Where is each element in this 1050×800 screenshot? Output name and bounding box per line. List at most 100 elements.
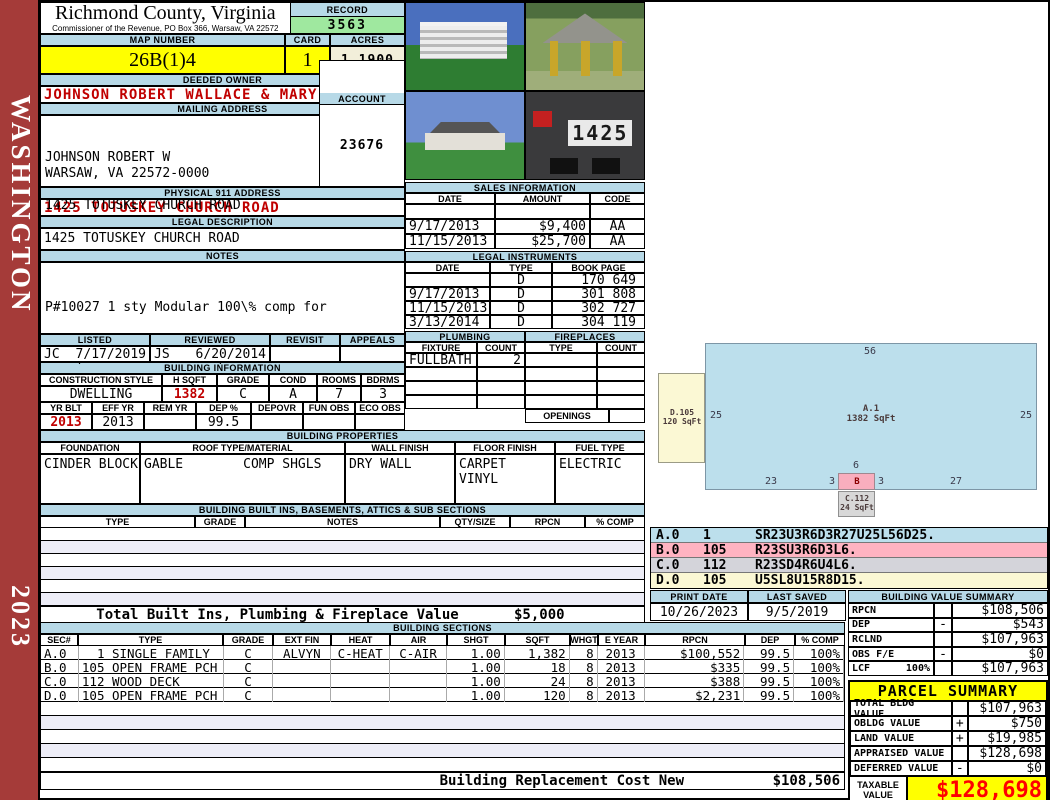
print-date-label: PRINT DATE — [650, 590, 748, 603]
wall-finish-label: WALL FINISH — [345, 442, 455, 454]
built-ins-empty-row — [40, 554, 645, 567]
notes-line-1: P#10027 1 sty Modular 100\% comp for — [45, 300, 327, 315]
reviewed-date: 6/20/2014 — [195, 346, 266, 362]
mailing-line-3: WARSAW, VA 22572-0000 — [45, 166, 210, 181]
built-ins-label: BUILDING BUILT INS, BASEMENTS, ATTICS & … — [40, 504, 645, 516]
middle-column: SALES INFORMATION DATE AMOUNT CODE 9/17/… — [405, 182, 645, 423]
building-properties: BUILDING PROPERTIES FOUNDATION ROOF TYPE… — [40, 430, 645, 504]
sales-code-label: CODE — [590, 193, 645, 204]
value-summary-row: RPCN $108,506 — [848, 603, 1048, 618]
construction-style-label: CONSTRUCTION STYLE — [40, 374, 162, 386]
map-header-row: MAP NUMBER CARD ACRES — [40, 34, 405, 46]
commissioner-line: Commissioner of the Revenue, PO Box 366,… — [52, 24, 279, 33]
record-label: RECORD — [290, 3, 404, 17]
section-empty-row — [40, 716, 845, 730]
cond-label: COND — [269, 374, 317, 386]
fireplace-row — [525, 381, 645, 395]
instrument-row: 3/13/2014 D 304 119 — [405, 315, 645, 330]
dim-right: 25 — [1020, 410, 1033, 421]
taxable-value: $128,698 — [908, 777, 1046, 800]
sketch-code-row: B.0 105 R23SU3R6D3L6. — [651, 543, 1047, 558]
grade-value: C — [217, 386, 269, 402]
dim-top: 56 — [864, 346, 877, 357]
carport-shape — [420, 22, 508, 59]
parcel-summary-row: OBLDG VALUE + $750 — [850, 716, 1046, 731]
sketch-b-label: B — [854, 477, 860, 487]
section-empty-row — [40, 702, 845, 716]
section-empty-row — [40, 744, 845, 758]
building-info-header-1: CONSTRUCTION STYLE H SQFT GRADE COND ROO… — [40, 374, 405, 386]
value-summary-row: RCLND $107,963 — [848, 632, 1048, 647]
house-body-shape — [424, 132, 506, 151]
roof-type-value: GABLE — [144, 457, 184, 472]
card-label: CARD — [285, 34, 330, 46]
sections-header-row: SEC# TYPE GRADE EXT FIN HEAT AIR SHGT SQ… — [40, 634, 845, 646]
mailing-address-box: JOHNSON ROBERT W 1425 TOTUSKEY CHURCH RO… — [40, 60, 405, 213]
appeals-label: APPEALS — [340, 334, 405, 346]
built-ins-total-value: $5,000 — [514, 607, 565, 623]
parcel-summary-row: APPRAISED VALUE $128,698 — [850, 746, 1046, 761]
gazebo-roof-shape — [542, 13, 628, 44]
sales-amount-label: AMOUNT — [495, 193, 590, 204]
plumbing-table: PLUMBING FIXTURE COUNT FULLBATH 2 — [405, 331, 525, 423]
replacement-cost-label: Building Replacement Cost New — [439, 773, 684, 789]
listed-value: JC 7/17/2019 — [40, 346, 150, 362]
sketch-a-label: A.1 1382 SqFt — [846, 404, 896, 424]
sales-header-row: DATE AMOUNT CODE — [405, 193, 645, 204]
print-info: PRINT DATE LAST SAVED 10/26/2023 9/5/201… — [650, 590, 846, 621]
print-date-value: 10/26/2023 — [650, 603, 748, 621]
reviewed-value: JS 6/20/2014 — [150, 346, 270, 362]
ecoobs-label: ECO OBS — [355, 402, 405, 414]
sales-row: 11/15/2013 $25,700 AA — [405, 234, 645, 249]
parcel-summary-row: TOTAL BLDG VALUE $107,963 — [850, 698, 1046, 720]
sales-row: 9/17/2013 $9,400 AA — [405, 219, 645, 234]
ecoobs-value — [355, 414, 405, 430]
section-empty-row — [40, 730, 845, 744]
sales-information-label: SALES INFORMATION — [405, 182, 645, 193]
replacement-cost-row: Building Replacement Cost New $108,506 — [40, 772, 845, 790]
record-box: RECORD 3563 — [289, 3, 404, 33]
fuel-type-value: ELECTRIC — [555, 454, 645, 504]
building-sketch: 56 25 25 23 27 6 3 3 A.1 1382 SqFt B C.1… — [650, 330, 1048, 526]
instruments-header-row: DATE TYPE BOOK PAGE — [405, 262, 645, 273]
taxable-value-label: TAXABLE VALUE — [850, 777, 908, 800]
building-info-values-2: 2013 2013 99.5 — [40, 414, 405, 430]
building-info-header-2: YR BLT EFF YR REM YR DEP % DEPOVR FUN OB… — [40, 402, 405, 414]
instr-bookpage-label: BOOK PAGE — [552, 262, 645, 273]
account-label: ACCOUNT — [320, 93, 404, 105]
instrument-row: D 170 649 — [405, 273, 645, 288]
floor-finish-label: FLOOR FINISH — [455, 442, 555, 454]
building-info-values-1: DWELLING 1382 C A 7 3 — [40, 386, 405, 402]
reviewed-label: REVIEWED — [150, 334, 270, 346]
hsqft-label: H SQFT — [162, 374, 217, 386]
roof-label: ROOF TYPE/MATERIAL — [140, 442, 345, 454]
value-summary-row: DEP - $543 — [848, 617, 1048, 632]
bdrms-label: BDRMS — [361, 374, 405, 386]
plumbing-label: PLUMBING — [405, 331, 525, 342]
listed-label: LISTED — [40, 334, 150, 346]
plumbing-row: FULLBATH 2 — [405, 353, 525, 368]
roof-material-value: COMP SHGLS — [243, 457, 322, 472]
built-ins-empty-row — [40, 567, 645, 580]
section-row: C.0 112 WOOD DECK C 1.00 24 8 2013 $388 … — [40, 674, 845, 689]
dim-b-top: 6 — [853, 460, 860, 471]
listed-date: 7/17/2019 — [75, 346, 146, 362]
grade-label: GRADE — [217, 374, 269, 386]
map-number-value: 26B(1)4 — [40, 46, 285, 74]
parcel-summary-row: LAND VALUE + $19,985 — [850, 731, 1046, 746]
sales-date-label: DATE — [405, 193, 495, 204]
gazebo-post — [613, 41, 622, 77]
photo-gazebo — [525, 2, 645, 91]
county-name: Richmond County, Virginia — [54, 2, 276, 24]
fuel-type-label: FUEL TYPE — [555, 442, 645, 454]
plumbing-row — [405, 395, 525, 409]
instr-date-label: DATE — [405, 262, 490, 273]
building-value-summary: BUILDING VALUE SUMMARY RPCN $108,506 DEP… — [848, 590, 1048, 676]
instrument-row: 11/15/2013 D 302 727 — [405, 301, 645, 316]
account-value: 23676 — [339, 138, 385, 153]
last-saved-label: LAST SAVED — [748, 590, 846, 603]
mailbox-slot — [592, 158, 621, 174]
sketch-code-row: C.0 112 R23SD4R6U4L6. — [651, 558, 1047, 573]
cond-value: A — [269, 386, 317, 402]
building-sections-label: BUILDING SECTIONS — [40, 622, 845, 634]
